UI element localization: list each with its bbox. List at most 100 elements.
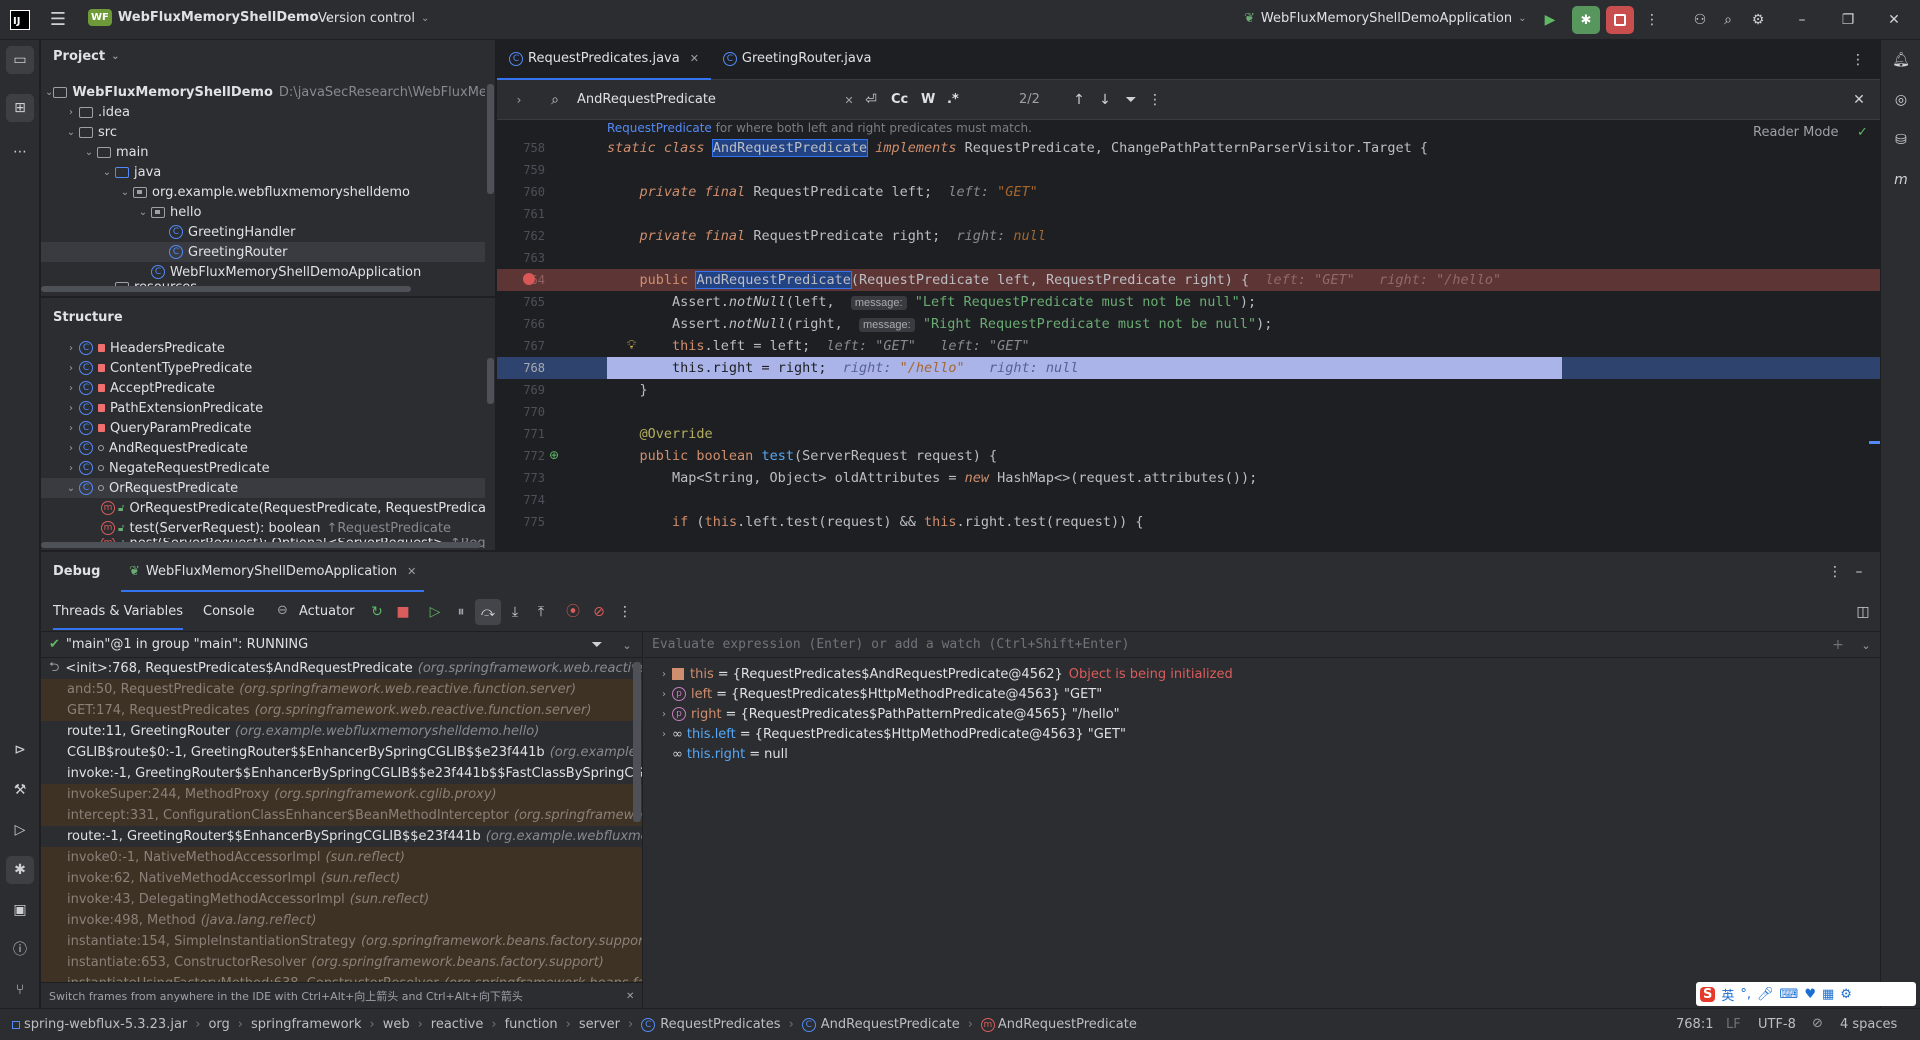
more-vertical-icon[interactable]: ⋮ — [1145, 90, 1165, 110]
variable-row[interactable]: › this = {RequestPredicates$AndRequestPredi… — [644, 664, 1880, 684]
structure-item[interactable]: › C PathExtensionPredicate — [41, 398, 485, 418]
services-icon[interactable]: ⊳ — [10, 740, 30, 760]
resume-icon[interactable]: ▷ — [425, 602, 445, 622]
run-config-selector[interactable]: ❦ WebFluxMemoryShellDemoApplication ⌄ — [1244, 11, 1527, 26]
layout-icon[interactable]: ◫ — [1853, 602, 1873, 622]
variable-row[interactable]: ∞ this.right = null — [644, 744, 1880, 764]
problems-icon[interactable]: ⓘ — [10, 940, 30, 960]
structure-item[interactable]: › C HeadersPredicate — [41, 338, 485, 358]
tab-request-predicates[interactable]: C RequestPredicates.java ✕ — [497, 39, 711, 80]
tab-actuator[interactable]: Actuator — [299, 604, 355, 619]
chevron-down-icon[interactable]: ⌄ — [1856, 635, 1876, 655]
variable-row[interactable]: › ∞ this.left = {RequestPredicates$HttpMetho… — [644, 724, 1880, 744]
arrow-up-icon[interactable]: ↑ — [1069, 90, 1089, 110]
line-separator[interactable]: LF — [1726, 1017, 1741, 1032]
close-icon[interactable]: ✕ — [690, 52, 699, 65]
code-view[interactable]: RequestPredicate for where both left and… — [497, 121, 1880, 550]
evaluate-input[interactable]: Evaluate expression (Enter) or add a wat… — [652, 637, 1129, 652]
more-vertical-icon[interactable]: ⋮ — [1848, 50, 1868, 70]
whole-words-toggle[interactable]: W — [921, 92, 935, 107]
build-icon[interactable]: ⚒ — [10, 780, 30, 800]
terminal-icon[interactable]: ▣ — [10, 900, 30, 920]
run-icon[interactable]: ▷ — [10, 820, 30, 840]
thread-selector[interactable]: ✔ "main"@1 in group "main": RUNNING ⏷ ⌄ — [41, 632, 642, 658]
structure-member[interactable]: m 🔓︎ test(ServerRequest): boolean ↑RequestP… — [41, 518, 485, 538]
step-over-button[interactable]: ⤼ — [475, 599, 501, 625]
step-into-icon[interactable]: ⤓ — [505, 602, 525, 622]
match-case-toggle[interactable]: Cc — [891, 92, 908, 107]
breadcrumb-item[interactable]: AndRequestPredicate — [821, 1017, 960, 1032]
breakpoint-icon[interactable] — [523, 273, 535, 285]
frame-row[interactable]: invokeSuper:244, MethodProxy (org.springf… — [41, 784, 642, 805]
tree-item[interactable]: C WebFluxMemoryShellDemoApplication — [41, 262, 485, 282]
newline-icon[interactable]: ⏎ — [861, 90, 881, 110]
chevron-right-icon[interactable]: › — [509, 90, 529, 110]
step-out-icon[interactable]: ⤒ — [531, 602, 551, 622]
close-icon[interactable]: ✕ — [407, 565, 416, 578]
breadcrumb-item[interactable]: web — [383, 1017, 410, 1032]
stop-button[interactable] — [1606, 6, 1634, 34]
structure-item[interactable]: › C AcceptPredicate — [41, 378, 485, 398]
view-breakpoints-icon[interactable]: ⦿ — [563, 602, 583, 622]
filter-icon[interactable]: ⏷ — [1121, 90, 1141, 110]
tab-greeting-router[interactable]: C GreetingRouter.java — [711, 40, 884, 80]
readonly-icon[interactable]: ⊘ — [1812, 1016, 1823, 1031]
clear-icon[interactable]: ✕ — [839, 90, 859, 110]
gear-icon[interactable]: ⚙ — [1748, 10, 1768, 30]
breadcrumb-item[interactable]: springframework — [251, 1017, 361, 1032]
breadcrumb-item[interactable]: org — [208, 1017, 229, 1032]
tree-item[interactable]: ⌄ main — [41, 142, 485, 162]
tree-item[interactable]: ⌄ hello — [41, 202, 485, 222]
tree-item-root[interactable]: ⌄ WebFluxMemoryShellDemo D:\javaSecResearc… — [41, 82, 485, 102]
frame-row[interactable]: route:-1, GreetingRouter$$EnhancerBySpri… — [41, 826, 642, 847]
structure-item[interactable]: › C NegateRequestPredicate — [41, 458, 485, 478]
restore-icon[interactable]: ❐ — [1838, 10, 1858, 30]
frame-row[interactable]: instantiate:154, SimpleInstantiationStra… — [41, 931, 642, 952]
frame-row[interactable]: intercept:331, ConfigurationClassEnhance… — [41, 805, 642, 826]
minimize-icon[interactable]: – — [1849, 562, 1869, 582]
frame-row[interactable]: and:50, RequestPredicate (org.springframe… — [41, 679, 642, 700]
tab-threads-variables[interactable]: Threads & Variables — [53, 604, 184, 630]
ai-assistant-icon[interactable]: ◎ — [1891, 90, 1911, 110]
frame-row[interactable]: invoke:498, Method (java.lang.reflect) — [41, 910, 642, 931]
search-icon[interactable]: ⌕ — [545, 90, 565, 110]
close-icon[interactable]: ✕ — [1884, 10, 1904, 30]
breadcrumb-item[interactable]: function — [505, 1017, 558, 1032]
tree-item[interactable]: C GreetingHandler — [41, 222, 485, 242]
ime-toolbar[interactable]: S 英 °, 🎤︎ ⌨ ♥ ▦ ⚙ — [1696, 982, 1916, 1006]
mute-breakpoints-icon[interactable]: ⊘ — [589, 602, 609, 622]
structure-scrollbar[interactable] — [487, 358, 494, 404]
debug-tool-button[interactable]: ✱ — [6, 856, 34, 884]
breadcrumb-item[interactable]: server — [579, 1017, 620, 1032]
tree-item-selected[interactable]: C GreetingRouter — [41, 242, 485, 262]
frame-row[interactable]: CGLIB$route$0:-1, GreetingRouter$$Enhanc… — [41, 742, 642, 763]
project-h-scrollbar[interactable] — [41, 286, 411, 292]
cursor-position[interactable]: 768:1 — [1676, 1017, 1713, 1032]
git-icon[interactable]: ⑂ — [10, 980, 30, 1000]
more-vertical-icon[interactable]: ⋮ — [615, 602, 635, 622]
indent-setting[interactable]: 4 spaces — [1840, 1017, 1897, 1032]
main-menu-icon[interactable]: ☰ — [48, 10, 68, 30]
breadcrumb-item[interactable]: spring-webflux-5.3.23.jar — [24, 1017, 187, 1032]
project-switcher[interactable]: WF WebFluxMemoryShellDemo ⌄ — [88, 9, 333, 26]
frame-row[interactable]: invoke:-1, GreetingRouter$$EnhancerBySpr… — [41, 763, 642, 784]
project-panel-header[interactable]: Project ⌄ — [41, 40, 495, 72]
frame-row[interactable]: instantiate:653, ConstructorResolver (org… — [41, 952, 642, 973]
tree-item[interactable]: ⌄ src — [41, 122, 485, 142]
breadcrumb-item[interactable]: AndRequestPredicate — [998, 1017, 1137, 1032]
add-user-icon[interactable]: ⚇ — [1690, 10, 1710, 30]
regex-toggle[interactable]: .* — [947, 92, 959, 107]
more-vertical-icon[interactable]: ⋮ — [1825, 562, 1845, 582]
tree-item[interactable]: ⌄ java — [41, 162, 485, 182]
filter-icon[interactable]: ⏷ — [587, 635, 607, 655]
resume-run-icon[interactable]: ▶ — [1540, 10, 1560, 30]
add-watch-icon[interactable]: + — [1828, 635, 1848, 655]
structure-item-selected[interactable]: ⌄ C OrRequestPredicate — [41, 478, 485, 498]
frame-row[interactable]: route:11, GreetingRouter (org.example.web… — [41, 721, 642, 742]
structure-item[interactable]: › C ContentTypePredicate — [41, 358, 485, 378]
close-icon[interactable]: ✕ — [1849, 90, 1869, 110]
frame-row[interactable]: invoke:62, NativeMethodAccessorImpl (sun.… — [41, 868, 642, 889]
breadcrumb-item[interactable]: RequestPredicates — [660, 1017, 780, 1032]
variable-row[interactable]: › p right = {RequestPredicates$PathPatternPr… — [644, 704, 1880, 724]
structure-h-scrollbar[interactable] — [41, 542, 481, 548]
